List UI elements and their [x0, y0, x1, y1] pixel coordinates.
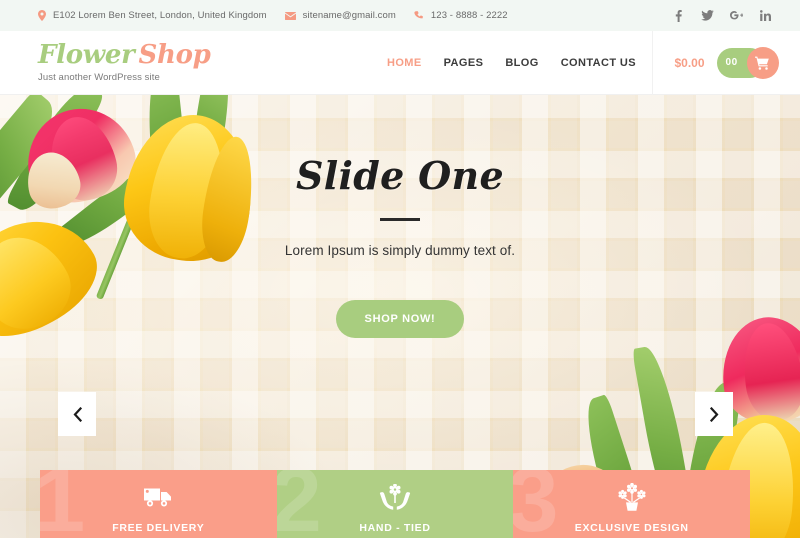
topbar-address: E102 Lorem Ben Street, London, United Ki… — [38, 10, 267, 21]
location-pin-icon — [38, 10, 46, 21]
feature-box-free-delivery[interactable]: 1 FREE DELIVERY — [40, 470, 277, 538]
chevron-left-icon — [73, 406, 82, 422]
slide-subtitle: Lorem Ipsum is simply dummy text of. — [284, 243, 516, 258]
cart-area: $0.00 00 — [652, 30, 800, 95]
feature-title: HAND - TIED — [359, 522, 431, 534]
hands-holding-flower-icon — [379, 482, 411, 512]
nav-item-home[interactable]: HOME — [387, 57, 422, 69]
topbar-address-text: E102 Lorem Ben Street, London, United Ki… — [53, 10, 267, 21]
logo-word-flower: Flower — [38, 40, 135, 71]
phone-icon — [414, 10, 424, 21]
feature-watermark-number: 1 — [40, 470, 86, 538]
top-contact-group: E102 Lorem Ben Street, London, United Ki… — [38, 10, 508, 21]
topbar-phone-text: 123 - 8888 - 2222 — [430, 10, 508, 21]
envelope-icon — [284, 11, 296, 20]
delivery-truck-icon — [143, 482, 173, 512]
cart-button[interactable] — [746, 46, 779, 79]
shop-now-button[interactable]: SHOP NOW! — [335, 300, 465, 338]
nav-item-pages[interactable]: PAGES — [444, 57, 484, 69]
flower-vase-icon — [617, 482, 647, 512]
main-navigation: HOME PAGES BLOG CONTACT US — [387, 57, 652, 69]
site-logo[interactable]: Flower Shop Just another WordPress site — [0, 42, 211, 83]
site-tagline: Just another WordPress site — [38, 72, 160, 84]
logo-word-shop: Shop — [138, 40, 211, 71]
feature-watermark-number: 3 — [513, 470, 559, 538]
feature-box-hand-tied[interactable]: 2 HAND - TIED — [276, 470, 514, 538]
topbar-phone[interactable]: 123 - 8888 - 2222 — [414, 10, 508, 21]
topbar-email-text: sitename@gmail.com — [302, 10, 396, 21]
feature-boxes: 1 FREE DELIVERY 2 HAND - TIED 3 EXCLUSIV… — [40, 470, 751, 538]
slide-title: Slide One — [296, 153, 504, 198]
nav-item-blog[interactable]: BLOG — [505, 57, 538, 69]
nav-item-contact-us[interactable]: CONTACT US — [561, 57, 636, 69]
cart-widget[interactable]: 00 — [716, 46, 779, 79]
chevron-right-icon — [709, 406, 719, 422]
page-root: E102 Lorem Ben Street, London, United Ki… — [0, 0, 800, 538]
google-plus-icon[interactable] — [730, 9, 743, 22]
slide-divider — [380, 218, 420, 221]
feature-box-exclusive-design[interactable]: 3 EXCLUSIVE DESIGN — [513, 470, 751, 538]
logo-text: Flower Shop — [38, 42, 211, 68]
slider-next-button[interactable] — [695, 392, 733, 436]
linkedin-icon[interactable] — [759, 9, 772, 22]
slider-prev-button[interactable] — [58, 392, 96, 436]
feature-title: EXCLUSIVE DESIGN — [574, 522, 689, 534]
shopping-cart-icon — [755, 56, 770, 70]
cart-total-price: $0.00 — [674, 55, 705, 70]
twitter-icon[interactable] — [701, 9, 714, 22]
social-links — [672, 9, 784, 22]
slide-content: Slide One Lorem Ipsum is simply dummy te… — [0, 153, 800, 338]
facebook-icon[interactable] — [672, 9, 685, 22]
top-info-bar: E102 Lorem Ben Street, London, United Ki… — [0, 0, 800, 31]
hero-slider: Slide One Lorem Ipsum is simply dummy te… — [0, 95, 800, 538]
topbar-email[interactable]: sitename@gmail.com — [284, 10, 396, 21]
feature-title: FREE DELIVERY — [112, 522, 205, 534]
site-header: Flower Shop Just another WordPress site H… — [0, 30, 800, 95]
feature-watermark-number: 2 — [276, 470, 322, 538]
